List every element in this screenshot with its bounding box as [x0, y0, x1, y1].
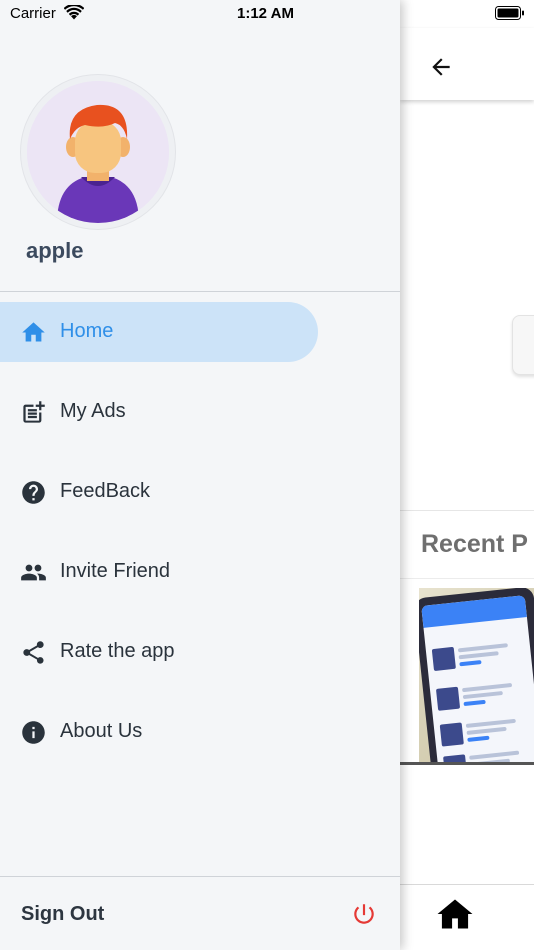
menu-item-feedback[interactable]: FeedBack [0, 462, 318, 522]
share-icon [23, 641, 44, 664]
content-card[interactable] [512, 315, 534, 375]
home-icon[interactable] [437, 898, 473, 930]
user-avatar [27, 81, 169, 223]
wifi-icon [64, 5, 84, 20]
home-icon [22, 322, 45, 342]
people-icon [21, 564, 46, 581]
divider [0, 291, 400, 292]
navigation-drawer: apple Home My Ads FeedBack Invite Friend [0, 0, 400, 950]
section-divider [400, 578, 534, 579]
thumbnail-border [400, 762, 534, 765]
status-bar: Carrier 1:12 AM [0, 0, 534, 28]
menu-label: Invite Friend [60, 560, 171, 582]
username: apple [26, 238, 84, 263]
recent-section-title: Recent P [421, 530, 528, 558]
menu-item-my-ads[interactable]: My Ads [0, 382, 318, 442]
menu-item-home[interactable]: Home [0, 302, 318, 362]
person-illustration [27, 81, 169, 223]
menu-item-invite-friend[interactable]: Invite Friend [0, 542, 318, 602]
menu-label: Rate the app [60, 640, 175, 662]
help-icon [22, 481, 45, 504]
menu-label: FeedBack [60, 480, 151, 502]
menu-label: Home [60, 320, 114, 342]
info-icon [22, 721, 45, 744]
recent-post-thumbnail[interactable] [419, 588, 534, 764]
sign-out-button[interactable]: Sign Out [21, 903, 104, 926]
section-divider [400, 510, 534, 511]
menu-label: My Ads [60, 400, 126, 422]
avatar[interactable] [20, 74, 176, 230]
carrier-label: Carrier [10, 5, 56, 22]
app-bar [400, 28, 534, 100]
clock: 1:12 AM [237, 5, 294, 22]
arrow-back-icon[interactable] [428, 54, 454, 80]
menu-item-rate-app[interactable]: Rate the app [0, 622, 318, 682]
phone-image [419, 588, 534, 764]
divider [0, 876, 400, 877]
power-icon[interactable] [351, 901, 377, 927]
menu-item-about-us[interactable]: About Us [0, 702, 318, 762]
post-add-icon [23, 401, 45, 423]
menu-label: About Us [60, 720, 143, 742]
battery-icon [495, 6, 524, 20]
